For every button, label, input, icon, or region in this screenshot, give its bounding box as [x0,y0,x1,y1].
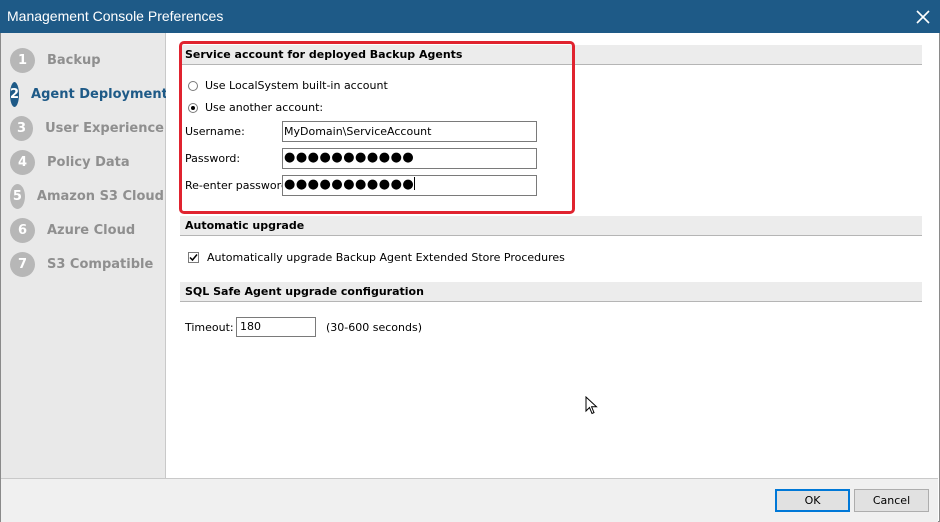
mouse-pointer-icon [585,396,598,415]
sidebar-item-label: S3 Compatible [47,256,154,272]
sidebar-item-label: Azure Cloud [47,222,136,238]
sidebar-item-label: Policy Data [47,154,130,170]
timeout-label: Timeout: [185,321,234,334]
sidebar-item-azure-cloud[interactable]: 6 Azure Cloud [10,217,164,243]
sidebar-item-label: Amazon S3 Cloud [36,188,164,204]
agent-upgrade-config-section-header: SQL Safe Agent upgrade configuration [180,282,922,302]
close-icon [916,9,930,24]
sidebar-item-label: Agent Deployment [31,86,168,102]
automatic-upgrade-section-header: Automatic upgrade [180,216,922,236]
step-number-badge: 5 [10,183,25,209]
window-title: Management Console Preferences [7,8,224,24]
step-number-badge: 4 [10,149,35,175]
auto-upgrade-checkbox-option[interactable]: Automatically upgrade Backup Agent Exten… [188,251,565,264]
sidebar-item-label: User Experience [45,120,164,136]
ok-button[interactable]: OK [775,489,850,512]
sidebar-item-policy-data[interactable]: 4 Policy Data [10,149,164,175]
sidebar-item-user-experience[interactable]: 3 User Experience [10,115,164,141]
sidebar-item-backup[interactable]: 1 Backup [10,47,164,73]
sidebar-item-s3-compatible[interactable]: 7 S3 Compatible [10,251,164,277]
cancel-button[interactable]: Cancel [854,489,929,512]
step-number-badge: 3 [10,115,34,141]
close-button[interactable] [906,0,940,33]
step-number-badge: 6 [10,217,35,243]
auto-upgrade-checkbox[interactable] [188,252,199,263]
sidebar-item-amazon-s3-cloud[interactable]: 5 Amazon S3 Cloud [10,183,164,209]
checkmark-icon [189,254,198,262]
timeout-hint: (30-600 seconds) [326,321,423,334]
step-number-badge: 2 [10,81,20,107]
highlight-annotation-box [179,41,575,214]
auto-upgrade-checkbox-label: Automatically upgrade Backup Agent Exten… [207,251,565,264]
sidebar-item-agent-deployment[interactable]: 2 Agent Deployment [10,81,168,107]
step-number-badge: 7 [10,251,35,277]
sidebar-item-label: Backup [47,52,101,68]
title-bar: Management Console Preferences [0,0,940,33]
timeout-field[interactable]: 180 [236,317,316,337]
step-number-badge: 1 [10,47,35,73]
